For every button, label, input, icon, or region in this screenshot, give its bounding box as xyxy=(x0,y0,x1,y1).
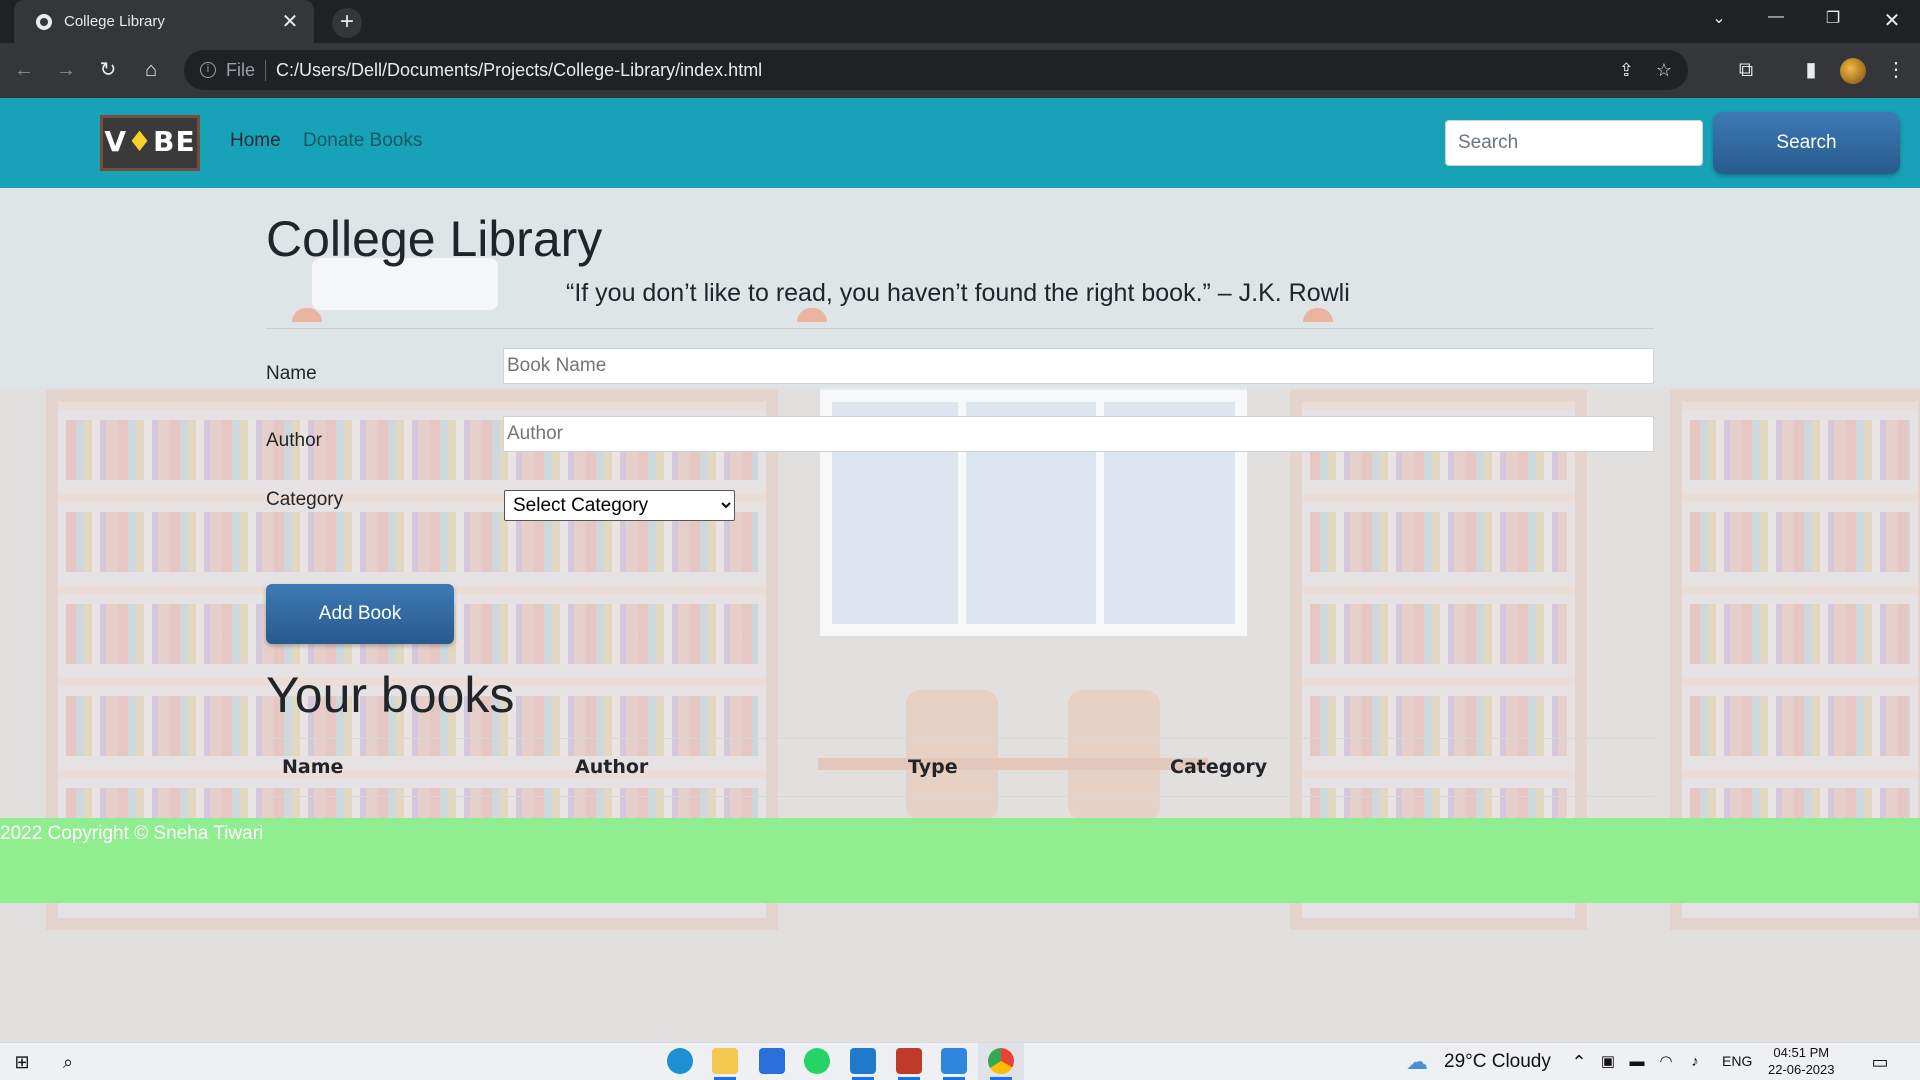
table-top-border xyxy=(266,738,1654,739)
chevron-up-icon[interactable]: ⌃ xyxy=(1567,1050,1591,1074)
lamp-illustration xyxy=(1303,308,1333,322)
restore-icon[interactable]: ❐ xyxy=(1818,8,1848,28)
chair-illustration xyxy=(906,690,998,820)
forward-icon[interactable]: → xyxy=(52,56,80,84)
whatsapp-icon[interactable] xyxy=(804,1048,830,1074)
weather-text[interactable]: 29°C Cloudy xyxy=(1444,1051,1551,1073)
battery-icon[interactable]: ▬ xyxy=(1625,1050,1649,1074)
profile-avatar[interactable] xyxy=(1840,58,1866,84)
cloud-icon: ☁ xyxy=(1406,1049,1428,1074)
minimize-icon[interactable]: — xyxy=(1761,8,1791,26)
share-icon[interactable]: ⇪ xyxy=(1619,60,1634,81)
close-window-icon[interactable]: ✕ xyxy=(1877,8,1907,33)
table-illustration xyxy=(818,758,1208,770)
close-tab-icon[interactable]: ✕ xyxy=(280,9,300,34)
side-panel-icon[interactable]: ▮ xyxy=(1797,56,1825,84)
browser-tab-bar: College Library ✕ + ⌄ — ❐ ✕ xyxy=(0,0,1920,43)
clock[interactable]: 04:51 PM 22-06-2023 xyxy=(1768,1044,1835,1078)
home-icon[interactable]: ⌂ xyxy=(137,56,165,84)
nav-link-donate-books[interactable]: Donate Books xyxy=(303,130,422,152)
author-label: Author xyxy=(266,430,322,451)
search-icon[interactable]: ⌕ xyxy=(56,1050,80,1074)
windows-start-icon[interactable]: ⊞ xyxy=(10,1050,34,1074)
vscode-icon[interactable] xyxy=(850,1048,876,1074)
clock-date: 22-06-2023 xyxy=(1768,1062,1835,1077)
app-icon[interactable] xyxy=(896,1048,922,1074)
wifi-icon[interactable]: ◠ xyxy=(1654,1050,1678,1074)
bookmark-star-icon[interactable]: ☆ xyxy=(1656,60,1672,81)
extensions-icon[interactable]: ⧉ xyxy=(1732,56,1760,84)
lamp-illustration xyxy=(797,308,827,322)
chair-illustration xyxy=(1068,690,1160,820)
table-header-category: Category xyxy=(1170,756,1268,778)
browser-toolbar: ← → ↻ ⌂ i File C:/Users/Dell/Documents/P… xyxy=(0,43,1920,98)
divider xyxy=(266,328,1654,329)
book-name-input[interactable] xyxy=(503,348,1654,384)
language-indicator[interactable]: ENG xyxy=(1722,1053,1752,1069)
clock-time: 04:51 PM xyxy=(1773,1045,1830,1060)
category-select[interactable]: Select Category xyxy=(504,490,735,521)
url-text[interactable]: C:/Users/Dell/Documents/Projects/College… xyxy=(276,60,1597,81)
notifications-icon[interactable]: ▭ xyxy=(1868,1050,1892,1074)
lamp-illustration xyxy=(292,308,322,322)
add-book-button[interactable]: Add Book xyxy=(266,584,454,644)
info-icon[interactable]: i xyxy=(200,62,216,78)
copyright-text: 2022 Copyright © Sneha Tiwari xyxy=(0,823,264,844)
nav-link-home[interactable]: Home xyxy=(230,130,281,152)
address-bar[interactable]: i File C:/Users/Dell/Documents/Projects/… xyxy=(184,50,1688,90)
edge-icon[interactable] xyxy=(667,1048,693,1074)
table-header-type: Type xyxy=(908,756,958,778)
books-section-title: Your books xyxy=(266,667,515,723)
lightbulb-icon: ♦ xyxy=(127,125,154,158)
volume-icon[interactable]: ♪ xyxy=(1683,1050,1707,1074)
photos-icon[interactable] xyxy=(941,1048,967,1074)
search-input[interactable] xyxy=(1445,120,1703,166)
site-footer: 2022 Copyright © Sneha Tiwari xyxy=(0,818,1920,903)
reload-icon[interactable]: ↻ xyxy=(94,56,122,84)
site-navbar: V♦BE Home Donate Books Search xyxy=(0,98,1920,188)
chrome-icon[interactable] xyxy=(988,1048,1014,1074)
page-title: College Library xyxy=(266,211,603,267)
os-taskbar: ⊞ ⌕ ☁ 29°C Cloudy ⌃ ▣ ▬ ◠ ♪ ENG 04:51 PM… xyxy=(0,1042,1920,1080)
table-header-name: Name xyxy=(282,756,344,778)
tab-title: College Library xyxy=(64,13,165,30)
web-page: V♦BE Home Donate Books Search College Li… xyxy=(0,98,1920,1042)
back-icon[interactable]: ← xyxy=(10,56,38,84)
new-tab-button[interactable]: + xyxy=(332,8,362,38)
menu-kebab-icon[interactable]: ⋮ xyxy=(1882,56,1910,84)
site-logo[interactable]: V♦BE xyxy=(100,115,200,171)
quote-text: “If you don’t like to read, you haven’t … xyxy=(566,279,1350,307)
file-explorer-icon[interactable] xyxy=(712,1048,738,1074)
table-header-border xyxy=(266,796,1654,797)
url-scheme: File xyxy=(226,59,267,81)
device-icon[interactable]: ▣ xyxy=(1596,1050,1620,1074)
globe-icon xyxy=(36,13,52,30)
author-input[interactable] xyxy=(503,416,1654,452)
mail-icon[interactable] xyxy=(759,1048,785,1074)
name-label: Name xyxy=(266,363,317,384)
table-header-author: Author xyxy=(575,756,649,778)
browser-tab[interactable]: College Library ✕ xyxy=(14,0,314,43)
category-label: Category xyxy=(266,489,344,510)
search-button[interactable]: Search xyxy=(1713,112,1900,174)
tab-search-icon[interactable]: ⌄ xyxy=(1704,8,1734,28)
